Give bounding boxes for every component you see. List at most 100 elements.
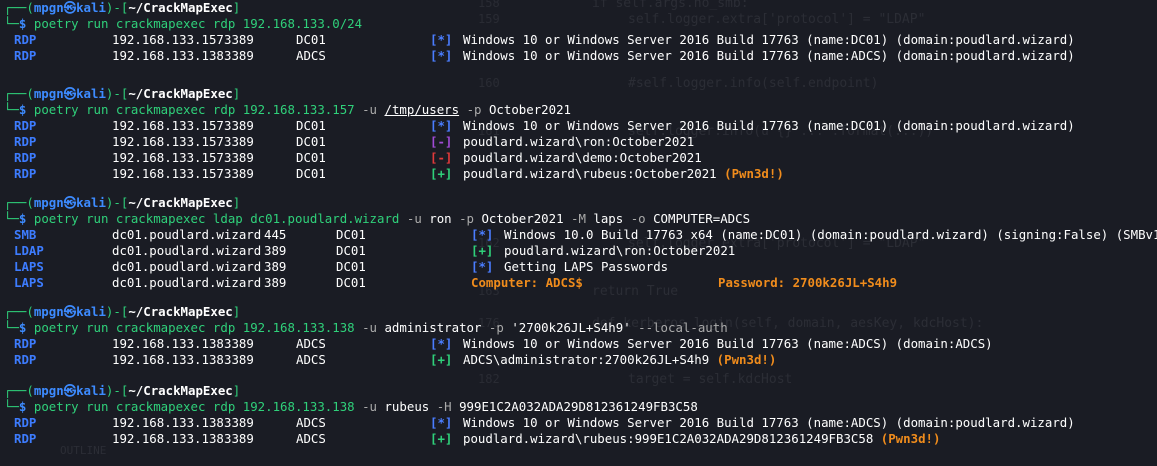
prompt-at-icon: ㉿ [63, 0, 77, 15]
port: 3389 [224, 336, 254, 351]
prompt-corner: ┌──( [4, 383, 34, 398]
message: Getting LAPS Passwords [504, 259, 668, 275]
message: Windows 10 or Windows Server 2016 Build … [463, 118, 1075, 134]
message: Windows 10.0 Build 17763 x64 (name:DC01)… [504, 227, 1157, 243]
status-tag: [-] [430, 134, 453, 149]
command-line: └─$ poetry run crackmapexec rdp 192.168.… [0, 320, 1157, 336]
command-token: -p [459, 211, 475, 226]
command-token: -u [362, 399, 378, 414]
hostname: DC01 [296, 150, 326, 165]
command-token: rubeus [377, 399, 437, 414]
pwned-badge: (Pwn3d!) [880, 431, 941, 446]
terminal-output: ┌──(mpgn㉿kali)-[~/CrackMapExec] └─$ poetr… [0, 0, 1157, 466]
port: 3389 [224, 118, 254, 133]
prompt-corner: ┌──( [4, 304, 34, 319]
prompt-close: ] [232, 86, 241, 101]
message: poudlard.wizard\rubeus:October2021 (Pwn3… [463, 166, 784, 182]
prompt-host: kali [76, 304, 106, 319]
host: 192.168.133.157 [112, 150, 224, 165]
message-text: poudlard.wizard\demo:October2021 [463, 150, 702, 165]
port: 389 [264, 243, 287, 258]
prompt-header: ┌──(mpgn㉿kali)-[~/CrackMapExec] [0, 86, 1157, 102]
host: dc01.poudlard.wizard [112, 275, 262, 290]
prompt-user: mpgn [33, 86, 64, 101]
output-row: SMB dc01.poudlard.wizard 445 DC01 [*] Windows… [0, 227, 1157, 243]
message: Windows 10 or Windows Server 2016 Build … [463, 32, 1075, 48]
command-line: └─$ poetry run crackmapexec ldap dc01.po… [0, 211, 1157, 227]
prompt-close: ] [232, 195, 241, 210]
protocol-label: RDP [14, 150, 37, 165]
port: 389 [264, 275, 287, 290]
command-token: COMPUTER=ADCS [645, 211, 751, 226]
message: Windows 10 or Windows Server 2016 Build … [463, 48, 1075, 64]
port: 3389 [224, 48, 254, 63]
prompt-sep: )-[ [105, 0, 129, 15]
protocol-label: RDP [14, 415, 37, 430]
prompt-dollar: $ [18, 16, 27, 31]
output-row: LAPS dc01.poudlard.wizard 389 DC01 Computer:… [0, 275, 1157, 291]
command-token [459, 102, 466, 117]
protocol-label: RDP [14, 431, 37, 446]
prompt-at-icon: ㉿ [63, 304, 77, 319]
command-token: poetry run crackmapexec rdp 192.168.133.… [33, 320, 363, 335]
hostname: ADCS [296, 415, 326, 430]
message-text: Windows 10 or Windows Server 2016 Build … [463, 48, 1075, 63]
prompt-path: ~/CrackMapExec [128, 383, 233, 398]
command-token: -H [436, 399, 452, 414]
command-line: └─$ poetry run crackmapexec rdp 192.168.… [0, 399, 1157, 415]
protocol-label: LAPS [14, 259, 44, 274]
output-row: RDP 192.168.133.138 3389 ADCS [+] poudlard.wi… [0, 431, 1157, 447]
command: └─$ poetry run crackmapexec ldap dc01.po… [4, 211, 750, 227]
port: 3389 [224, 431, 254, 446]
command-token: laps [585, 211, 631, 226]
message-text: Getting LAPS Passwords [504, 259, 669, 274]
prompt-path: ~/CrackMapExec [128, 0, 233, 15]
status-tag: [+] [430, 352, 453, 367]
command: └─$ poetry run crackmapexec rdp 192.168.… [4, 399, 698, 415]
protocol-label: RDP [14, 336, 37, 351]
prompt-host: kali [76, 383, 106, 398]
message-text: poudlard.wizard\rubeus:October2021 [463, 166, 717, 181]
prompt-sep: )-[ [105, 304, 129, 319]
message-text: Windows 10.0 Build 17763 x64 (name:DC01)… [504, 227, 1157, 242]
pwned-badge: (Pwn3d!) [724, 166, 784, 181]
message: poudlard.wizard\rubeus:999E1C2A032ADA29D… [463, 431, 940, 447]
prompt-corner: ┌──( [4, 0, 34, 15]
output-row: RDP 192.168.133.157 3389 DC01 [-] poudlard.wi… [0, 134, 1157, 150]
command-token: October2021 [481, 102, 572, 117]
prompt-line: ┌──(mpgn㉿kali)-[~/CrackMapExec] [4, 195, 240, 211]
status-tag: [*] [430, 415, 453, 430]
port: 445 [264, 227, 287, 242]
pwned-badge: (Pwn3d!) [716, 352, 777, 367]
hostname: ADCS [296, 48, 326, 63]
host: 192.168.133.138 [112, 431, 224, 446]
hostname: DC01 [336, 259, 366, 274]
hostname: DC01 [336, 227, 366, 242]
prompt-user: mpgn [33, 304, 64, 319]
command: └─$ poetry run crackmapexec rdp 192.168.… [4, 320, 728, 336]
command-token: ron [421, 211, 460, 226]
command-token: -u [362, 320, 378, 335]
prompt-sep: )-[ [105, 383, 129, 398]
port: 3389 [224, 134, 254, 149]
prompt-dollar: $ [18, 320, 27, 335]
output-row: RDP 192.168.133.138 3389 ADCS [*] Windows 10 … [0, 415, 1157, 431]
status-tag: [*] [430, 32, 453, 47]
status-tag: [*] [430, 48, 453, 63]
hostname: DC01 [296, 166, 326, 181]
prompt-sep: )-[ [105, 86, 129, 101]
message-text: Windows 10 or Windows Server 2016 Build … [463, 415, 1075, 430]
prompt-corner-bottom: └─ [4, 16, 19, 31]
host: 192.168.133.157 [112, 166, 224, 181]
command-token: poetry run crackmapexec rdp 192.168.133.… [33, 102, 363, 117]
status-tag: [*] [471, 227, 494, 242]
host: dc01.poudlard.wizard [112, 243, 262, 258]
output-row: RDP 192.168.133.157 3389 DC01 [-] poudlard.wi… [0, 150, 1157, 166]
status-tag: [*] [430, 118, 453, 133]
output-row: LAPS dc01.poudlard.wizard 389 DC01 [*] Gettin… [0, 259, 1157, 275]
command-token: /tmp/users [384, 102, 460, 117]
status-tag: [+] [430, 166, 453, 181]
output-row: RDP 192.168.133.138 3389 ADCS [*] Windows 10 … [0, 48, 1157, 64]
output-row: RDP 192.168.133.157 3389 DC01 [*] Windows 10 … [0, 32, 1157, 48]
host: 192.168.133.138 [112, 415, 224, 430]
